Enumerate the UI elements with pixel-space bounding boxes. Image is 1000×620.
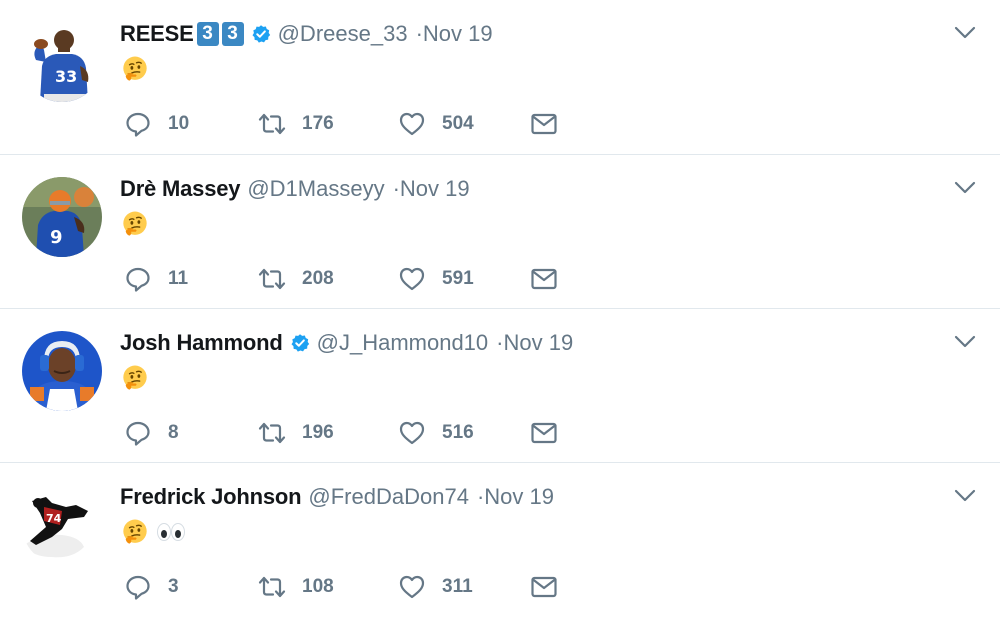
svg-text:74: 74 (46, 512, 62, 525)
timestamp[interactable]: Nov 19 (400, 176, 470, 202)
separator-dot: · (392, 176, 400, 201)
direct-message-button[interactable] (530, 108, 560, 140)
retweet-button[interactable]: 208 (258, 263, 398, 295)
username-handle[interactable]: @J_Hammond10 (317, 330, 489, 356)
like-count: 516 (442, 422, 474, 443)
svg-text:33: 33 (55, 67, 77, 86)
envelope-icon (530, 573, 558, 601)
like-count: 504 (442, 113, 474, 134)
reply-button[interactable]: 10 (124, 108, 258, 140)
reply-button[interactable]: 8 (124, 417, 258, 449)
direct-message-button[interactable] (530, 417, 560, 449)
retweet-count: 176 (302, 113, 334, 134)
like-button[interactable]: 516 (398, 417, 530, 449)
svg-text:9: 9 (50, 227, 63, 248)
tweet-text (121, 54, 149, 84)
separator-dot: · (496, 330, 504, 355)
tweet-actions: 10 176 504 (124, 108, 560, 140)
thinking-face-emoji (121, 55, 149, 83)
timestamp[interactable]: Nov 19 (484, 484, 554, 510)
timestamp[interactable]: Nov 19 (503, 330, 573, 356)
username-handle[interactable]: @Dreese_33 (278, 21, 408, 47)
avatar[interactable]: 33 (22, 22, 102, 102)
chevron-down-icon[interactable] (954, 489, 976, 503)
tweet[interactable]: Josh Hammond @J_Hammond10 · Nov 19 8 196… (0, 308, 1000, 461)
retweet-count: 196 (302, 422, 334, 443)
reply-count: 10 (168, 113, 190, 134)
display-name[interactable]: Fredrick Johnson (120, 484, 302, 510)
envelope-icon (530, 419, 558, 447)
display-name[interactable]: REESE (120, 21, 194, 47)
reply-count: 11 (168, 268, 189, 289)
reply-icon (124, 110, 152, 138)
avatar[interactable] (22, 331, 102, 411)
retweet-button[interactable]: 176 (258, 108, 398, 140)
reply-button[interactable]: 11 (124, 263, 258, 295)
retweet-icon (258, 265, 286, 293)
direct-message-button[interactable] (530, 263, 560, 295)
direct-message-button[interactable] (530, 571, 560, 603)
thinking-face-emoji (121, 518, 149, 546)
eyes-emoji (155, 521, 187, 543)
reply-icon (124, 419, 152, 447)
number-badge-emoji: 3 (196, 22, 219, 46)
tweet-header: Drè Massey @D1Masseyy · Nov 19 (120, 175, 470, 203)
reply-icon (124, 573, 152, 601)
retweet-button[interactable]: 196 (258, 417, 398, 449)
reply-icon (124, 265, 152, 293)
chevron-down-icon[interactable] (954, 181, 976, 195)
like-count: 311 (442, 576, 473, 597)
reply-count: 8 (168, 422, 179, 443)
thinking-face-emoji (121, 364, 149, 392)
retweet-icon (258, 573, 286, 601)
tweet-text (121, 209, 149, 239)
heart-icon (398, 110, 426, 138)
number-badge-emoji: 3 (221, 22, 244, 46)
tweet-actions: 11 208 591 (124, 263, 560, 295)
retweet-count: 208 (302, 268, 334, 289)
retweet-icon (258, 419, 286, 447)
retweet-icon (258, 110, 286, 138)
separator-dot: · (415, 21, 423, 46)
tweet[interactable]: 9 Drè Massey @D1Masseyy · Nov 19 11 208 (0, 154, 1000, 307)
like-button[interactable]: 311 (398, 571, 530, 603)
envelope-icon (530, 110, 558, 138)
tweet-header: REESE 3 3 @Dreese_33 · Nov 19 (120, 20, 493, 48)
retweet-button[interactable]: 108 (258, 571, 398, 603)
display-name[interactable]: Drè Massey (120, 176, 241, 202)
retweet-count: 108 (302, 576, 334, 597)
tweet-text (121, 363, 149, 393)
tweet-actions: 3 108 311 (124, 571, 560, 603)
reply-button[interactable]: 3 (124, 571, 258, 603)
display-name[interactable]: Josh Hammond (120, 330, 283, 356)
username-handle[interactable]: @FredDaDon74 (308, 484, 469, 510)
chevron-down-icon[interactable] (954, 26, 976, 40)
verified-badge-icon (251, 24, 271, 44)
tweet-header: Josh Hammond @J_Hammond10 · Nov 19 (120, 329, 573, 357)
tweet[interactable]: 33 REESE 3 3 @Dreese_33 · Nov 19 10 176 … (0, 0, 1000, 153)
like-button[interactable]: 591 (398, 263, 530, 295)
like-button[interactable]: 504 (398, 108, 530, 140)
separator-dot: · (476, 484, 485, 509)
reply-count: 3 (168, 576, 179, 597)
tweet-text (121, 517, 187, 547)
heart-icon (398, 265, 426, 293)
envelope-icon (530, 265, 558, 293)
timestamp[interactable]: Nov 19 (423, 21, 493, 47)
avatar[interactable]: 74 (22, 485, 102, 565)
verified-badge-icon (290, 333, 310, 353)
chevron-down-icon[interactable] (954, 335, 976, 349)
tweet-header: Fredrick Johnson @FredDaDon74 · Nov 19 (120, 483, 554, 511)
username-handle[interactable]: @D1Masseyy (247, 176, 384, 202)
thinking-face-emoji (121, 210, 149, 238)
heart-icon (398, 573, 426, 601)
tweet[interactable]: 74 Fredrick Johnson @FredDaDon74 · Nov 1… (0, 462, 1000, 620)
heart-icon (398, 419, 426, 447)
timeline-feed: 33 REESE 3 3 @Dreese_33 · Nov 19 10 176 … (0, 0, 1000, 620)
tweet-actions: 8 196 516 (124, 417, 560, 449)
avatar[interactable]: 9 (22, 177, 102, 257)
like-count: 591 (442, 268, 474, 289)
